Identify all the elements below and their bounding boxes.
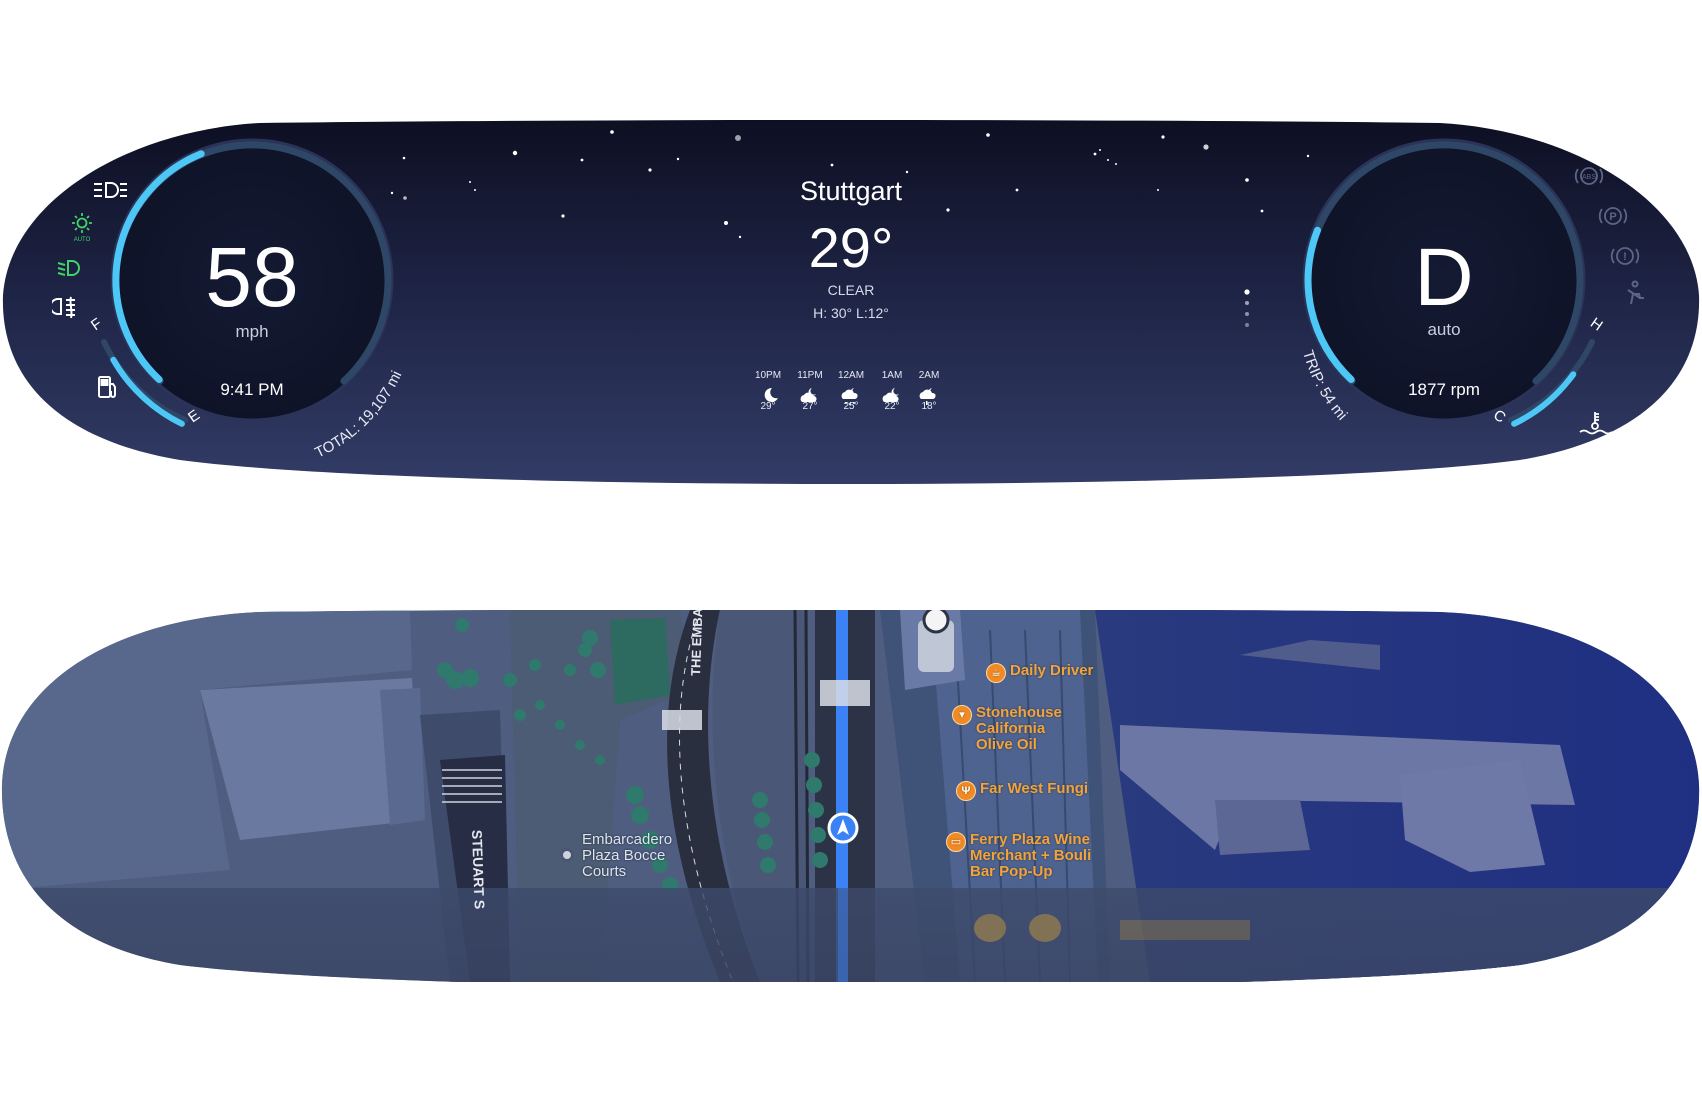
place-label-line: Plaza Bocce — [582, 847, 666, 864]
navigation-map[interactable]: THE EMBAR STEUART S Embarcadero Plaza Bo… — [0, 598, 1702, 988]
map-canvas[interactable]: THE EMBAR STEUART S — [0, 598, 1702, 988]
coolant-temp-icon — [1578, 410, 1613, 436]
restaurant-icon: Ψ — [956, 781, 976, 801]
poi-label: Daily Driver — [1010, 662, 1094, 679]
rain-night-icon — [919, 388, 936, 405]
poi-label: California — [976, 720, 1046, 737]
moon-icon — [764, 387, 778, 402]
gear-indicator: D — [1414, 232, 1474, 323]
speed-unit: mph — [235, 322, 269, 341]
parking-brake-icon: P — [1598, 204, 1628, 228]
cafe-icon: ☕ — [986, 663, 1006, 683]
place-pin-icon[interactable] — [560, 848, 574, 862]
forecast-time: 11PM — [797, 370, 823, 381]
fuel-pump-icon — [96, 374, 120, 400]
drive-mode: auto — [1427, 320, 1461, 339]
cloudy-night-icon — [800, 388, 817, 402]
instrument-cluster: TOTAL: 19,107 mi TRIP: 54 mi AUTO F E 58… — [0, 120, 1702, 490]
low-beam-icon — [56, 258, 82, 278]
forecast-time: 1AM — [881, 370, 903, 381]
brake-warning-label: ! — [1623, 251, 1627, 263]
poi-label: Ferry Plaza Wine — [970, 831, 1090, 848]
speed-value: 58 — [205, 230, 299, 324]
weather-high-low: H: 30° L:12° — [813, 305, 889, 321]
poi-label: Far West Fungi — [980, 780, 1089, 797]
wine-bar-icon: ▭ — [946, 832, 966, 852]
abs-warning-icon: ABS — [1574, 164, 1604, 188]
weather-condition: CLEAR — [827, 282, 875, 298]
forecast-time: 10PM — [754, 370, 782, 381]
forecast-time: 2AM — [918, 370, 940, 381]
forecast-time: 12AM — [837, 370, 865, 381]
place-label-bocce-courts[interactable]: Embarcadero Plaza Bocce Courts — [582, 832, 672, 880]
brake-warning-icon: ! — [1610, 244, 1640, 268]
shopping-basket-icon: ▾ — [952, 705, 972, 725]
abs-label: ABS — [1582, 174, 1596, 181]
poi-label: Bar Pop-Up — [970, 863, 1053, 880]
poi-stonehouse-olive-oil[interactable]: ▾ Stonehouse California Olive Oil — [952, 705, 1062, 753]
snow-night-icon — [841, 388, 858, 405]
poi-ferry-plaza-wine[interactable]: ▭ Ferry Plaza Wine Merchant + Bouli Bar … — [946, 832, 1091, 880]
seatbelt-icon — [1622, 280, 1646, 306]
street-label-steuart: STEUART S — [469, 830, 488, 910]
current-location-marker — [827, 812, 859, 844]
auto-headlight-icon: AUTO — [70, 212, 94, 243]
weather-city: Stuttgart — [799, 176, 903, 206]
fog-light-icon — [49, 296, 78, 319]
poi-daily-driver[interactable]: ☕ Daily Driver — [986, 663, 1093, 683]
poi-label: Merchant + Bouli — [970, 847, 1092, 864]
high-beam-icon — [92, 180, 132, 200]
clock-time: 9:41 PM — [220, 380, 284, 399]
poi-label: Olive Oil — [976, 736, 1037, 753]
place-label-line: Embarcadero — [582, 831, 673, 848]
poi-label: Stonehouse — [976, 704, 1062, 721]
engine-rpm: 1877 rpm — [1408, 380, 1480, 399]
forecast-icons — [764, 387, 936, 405]
parking-brake-label: P — [1609, 211, 1616, 223]
weather-temperature: 29° — [808, 216, 894, 279]
place-label-line: Courts — [582, 863, 627, 880]
road-label-embarcadero: THE EMBAR — [688, 610, 706, 676]
poi-far-west-fungi[interactable]: Ψ Far West Fungi — [956, 781, 1088, 801]
cloudy-night-icon — [882, 388, 899, 402]
